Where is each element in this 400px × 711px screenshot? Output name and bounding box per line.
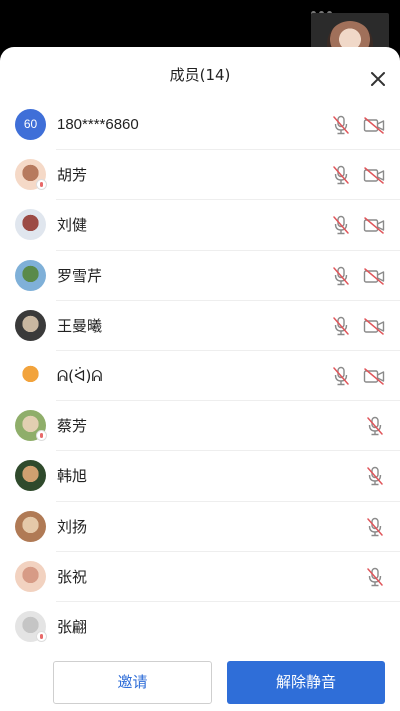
- sheet-title: 成员(14): [169, 66, 231, 84]
- mic-muted-icon[interactable]: [366, 466, 384, 486]
- avatar: [15, 209, 46, 241]
- mic-muted-icon[interactable]: [332, 316, 350, 336]
- member-name: ᕱ(ᐛ)ᕱ: [57, 366, 103, 385]
- camera-off-icon[interactable]: [363, 317, 385, 335]
- member-name: 蔡芳: [57, 417, 88, 436]
- avatar: [15, 309, 46, 341]
- member-row[interactable]: 胡芳: [0, 150, 400, 201]
- camera-off-icon[interactable]: [363, 116, 385, 134]
- speaking-badge-icon: [36, 630, 47, 642]
- member-row[interactable]: ᕱ(ᐛ)ᕱ: [0, 351, 400, 402]
- speaking-badge-icon: [36, 430, 47, 442]
- member-name: 刘健: [57, 216, 88, 235]
- member-row[interactable]: 刘健: [0, 200, 400, 251]
- avatar: 60: [15, 109, 46, 140]
- avatar: [15, 460, 46, 492]
- members-sheet: 成员(14) 60 180****6860 胡芳刘健罗雪芹王曼曦 ᕱ(ᐛ)ᕱ 蔡芳韩旭刘…: [0, 47, 400, 711]
- avatar: [15, 560, 46, 592]
- avatar: [15, 510, 46, 542]
- camera-off-icon[interactable]: [363, 367, 385, 385]
- member-name: 刘扬: [57, 517, 88, 536]
- mic-muted-icon[interactable]: [332, 366, 350, 386]
- member-list: 60 180****6860 胡芳刘健罗雪芹王曼曦 ᕱ(ᐛ)ᕱ 蔡芳韩旭刘扬张祝张翩: [0, 100, 400, 653]
- avatar: [15, 259, 46, 291]
- member-name: 180****6860: [57, 116, 139, 133]
- mic-muted-icon[interactable]: [332, 215, 350, 235]
- member-row[interactable]: 蔡芳: [0, 401, 400, 452]
- member-name: 罗雪芹: [57, 266, 103, 285]
- camera-off-icon[interactable]: [363, 166, 385, 184]
- member-row[interactable]: 罗雪芹: [0, 251, 400, 301]
- camera-off-icon[interactable]: [363, 267, 385, 285]
- member-row[interactable]: 刘扬: [0, 502, 400, 552]
- member-name: 张祝: [57, 567, 88, 586]
- sheet-footer: 邀请 解除静音: [0, 650, 400, 711]
- member-row[interactable]: 张祝: [0, 552, 400, 603]
- mic-muted-icon[interactable]: [332, 115, 350, 135]
- speaking-badge-icon: [36, 179, 47, 191]
- mic-muted-icon[interactable]: [332, 266, 350, 286]
- top-indicator: [311, 1, 341, 16]
- member-row[interactable]: 王曼曦: [0, 301, 400, 352]
- member-row[interactable]: 张翩: [0, 602, 400, 653]
- mic-muted-icon[interactable]: [366, 517, 384, 537]
- sheet-header: 成员(14): [0, 47, 400, 103]
- mic-muted-icon[interactable]: [366, 567, 384, 587]
- member-name: 胡芳: [57, 166, 88, 185]
- member-name: 王曼曦: [57, 316, 103, 335]
- invite-button[interactable]: 邀请: [53, 661, 212, 704]
- mic-muted-icon[interactable]: [366, 416, 384, 436]
- member-name: 韩旭: [57, 467, 88, 486]
- unmute-all-button[interactable]: 解除静音: [227, 661, 385, 704]
- close-icon[interactable]: [370, 71, 386, 87]
- camera-off-icon[interactable]: [363, 216, 385, 235]
- mic-muted-icon[interactable]: [332, 165, 350, 185]
- member-row[interactable]: 韩旭: [0, 451, 400, 502]
- avatar: [15, 359, 46, 391]
- member-row[interactable]: 60 180****6860: [0, 100, 400, 151]
- member-name: 张翩: [57, 617, 88, 636]
